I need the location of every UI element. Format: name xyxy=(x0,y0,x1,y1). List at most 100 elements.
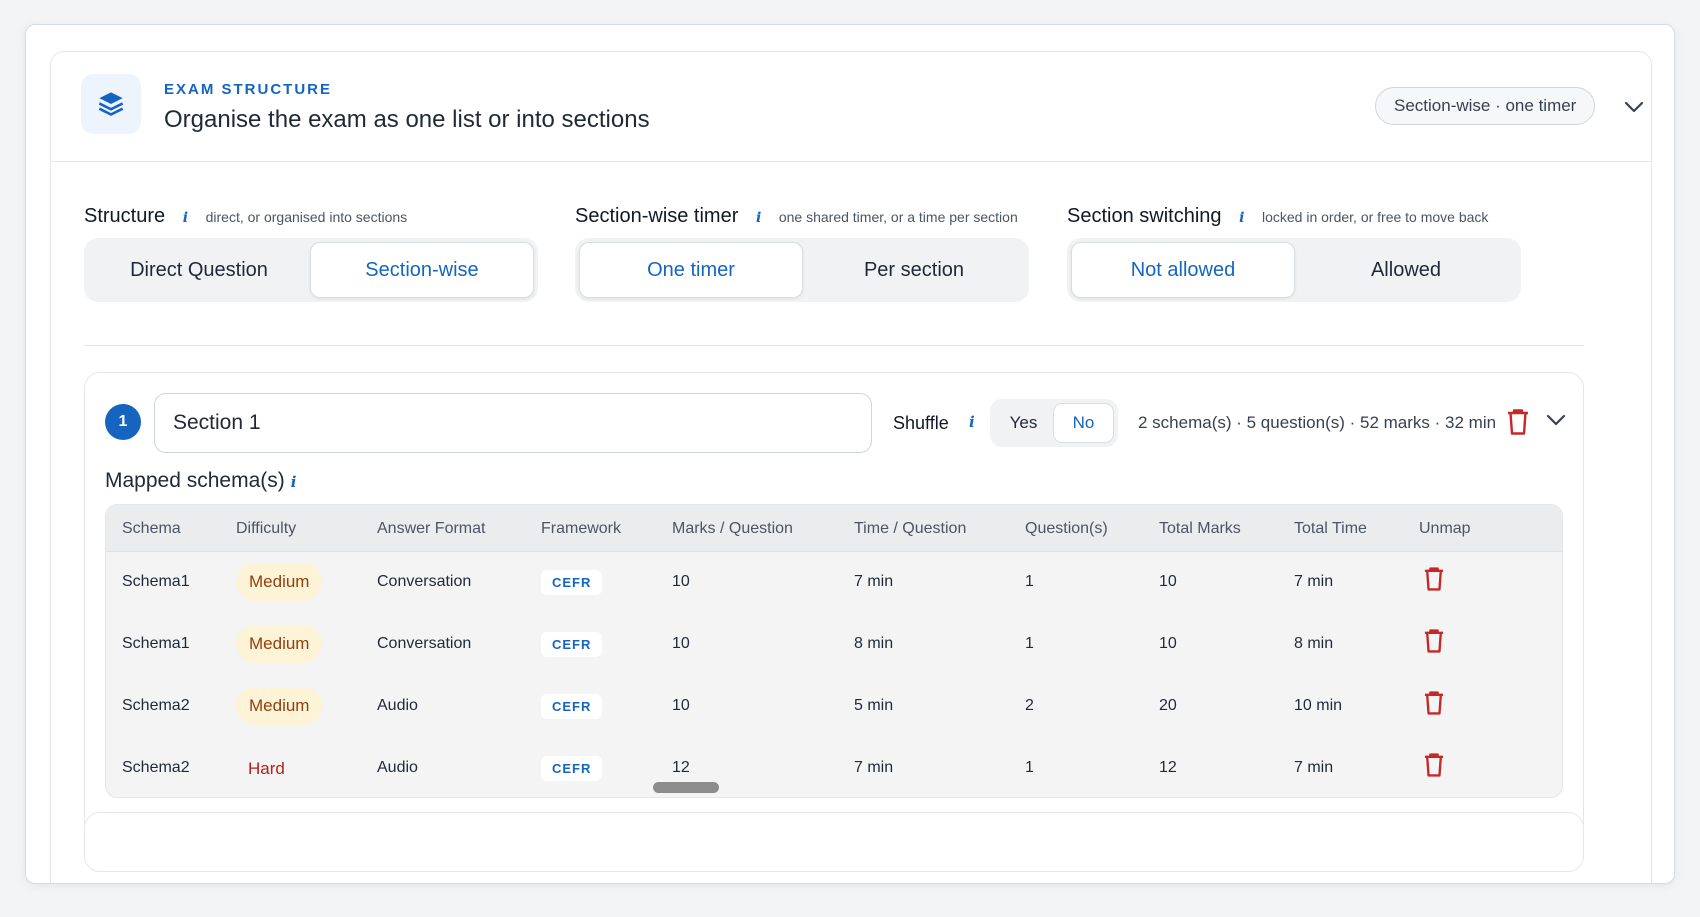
cell-questions: 1 xyxy=(1025,573,1034,590)
horizontal-scrollbar-thumb[interactable] xyxy=(653,782,719,793)
shuffle-label: Shuffle xyxy=(893,413,949,433)
cell-total-time: 8 min xyxy=(1294,635,1334,652)
col-marks-per-question: Marks / Question xyxy=(672,520,793,537)
framework-badge: CEFR xyxy=(541,756,603,781)
timer-hint: one shared timer, or a time per section xyxy=(778,209,1018,225)
table-header: Schema Difficulty Answer Format Framewor… xyxy=(106,505,1562,552)
delete-section-icon[interactable] xyxy=(1507,409,1529,440)
unmap-trash-icon[interactable] xyxy=(1424,567,1444,596)
difficulty-badge: Medium xyxy=(236,563,323,601)
table-row: Schema1 Medium Conversation CEFR 10 7 mi… xyxy=(106,552,1562,614)
cell-time: 5 min xyxy=(854,697,894,714)
shuffle-option-no[interactable]: No xyxy=(1053,403,1114,443)
switching-setting: Section switching i locked in order, or … xyxy=(1067,202,1521,312)
framework-badge: CEFR xyxy=(541,632,603,657)
col-framework: Framework xyxy=(541,520,622,537)
structure-option-direct[interactable]: Direct Question xyxy=(88,242,310,298)
collapse-chevron-icon[interactable] xyxy=(1619,92,1649,122)
section-name-input[interactable] xyxy=(154,393,872,453)
section-number-badge: 1 xyxy=(105,404,141,440)
difficulty-badge: Hard xyxy=(248,759,285,778)
col-unmap: Unmap xyxy=(1419,520,1471,537)
shuffle-option-yes[interactable]: Yes xyxy=(994,403,1053,443)
cell-total-marks: 10 xyxy=(1159,635,1177,652)
switching-option-not-allowed[interactable]: Not allowed xyxy=(1071,242,1295,298)
exam-structure-card: EXAM STRUCTURE Organise the exam as one … xyxy=(50,51,1652,883)
next-section-card xyxy=(84,812,1584,872)
unmap-trash-icon[interactable] xyxy=(1424,753,1444,782)
switching-toggle: Not allowed Allowed xyxy=(1067,238,1521,302)
structure-label: Structure xyxy=(84,205,166,227)
structure-summary-pill: Section-wise · one timer xyxy=(1375,87,1596,125)
cell-marks: 10 xyxy=(672,697,690,714)
cell-marks: 12 xyxy=(672,759,690,776)
switching-option-allowed[interactable]: Allowed xyxy=(1295,242,1517,298)
switching-info-icon[interactable]: i xyxy=(1239,210,1244,226)
cell-total-marks: 12 xyxy=(1159,759,1177,776)
layers-icon xyxy=(81,74,141,134)
cell-questions: 1 xyxy=(1025,635,1034,652)
cell-time: 7 min xyxy=(854,759,894,776)
cell-answer-format: Audio xyxy=(377,759,418,776)
cell-time: 8 min xyxy=(854,635,894,652)
cell-marks: 10 xyxy=(672,573,690,590)
col-answer-format: Answer Format xyxy=(377,520,486,537)
framework-badge: CEFR xyxy=(541,570,603,595)
cell-total-marks: 20 xyxy=(1159,697,1177,714)
structure-setting: Structure i direct, or organised into se… xyxy=(84,202,538,312)
cell-answer-format: Conversation xyxy=(377,635,472,652)
cell-time: 7 min xyxy=(854,573,894,590)
structure-option-section-wise[interactable]: Section-wise xyxy=(310,242,534,298)
mapped-info-icon[interactable]: i xyxy=(291,473,297,491)
section-summary: 2 schema(s) · 5 question(s) · 52 marks ·… xyxy=(1138,413,1497,432)
unmap-trash-icon[interactable] xyxy=(1424,691,1444,720)
cell-questions: 1 xyxy=(1025,759,1034,776)
difficulty-badge: Medium xyxy=(236,625,323,663)
card-title: Organise the exam as one list or into se… xyxy=(164,106,650,133)
card-header[interactable]: EXAM STRUCTURE Organise the exam as one … xyxy=(51,52,1651,162)
section-card: 1 Shuffle i Yes No 2 schema(s) · 5 quest… xyxy=(84,372,1584,837)
timer-toggle: One timer Per section xyxy=(575,238,1029,302)
difficulty-badge: Medium xyxy=(236,687,323,725)
table-row: Schema2 Hard Audio CEFR 12 7 min 1 12 7 … xyxy=(106,738,1562,797)
cell-schema: Schema1 xyxy=(122,635,190,652)
timer-option-per-section[interactable]: Per section xyxy=(803,242,1025,298)
divider xyxy=(84,345,1584,346)
timer-setting: Section-wise timer i one shared timer, o… xyxy=(575,202,1029,312)
cell-answer-format: Audio xyxy=(377,697,418,714)
unmap-trash-icon[interactable] xyxy=(1424,629,1444,658)
timer-info-icon[interactable]: i xyxy=(756,210,761,226)
shuffle-info-icon[interactable]: i xyxy=(969,413,975,431)
col-difficulty: Difficulty xyxy=(236,520,297,537)
col-schema: Schema xyxy=(122,520,181,537)
switching-hint: locked in order, or free to move back xyxy=(1261,209,1489,225)
mapped-schemas-title: Mapped schema(s) xyxy=(105,469,285,492)
col-total-time: Total Time xyxy=(1294,520,1367,537)
framework-badge: CEFR xyxy=(541,694,603,719)
table-row: Schema1 Medium Conversation CEFR 10 8 mi… xyxy=(106,614,1562,676)
col-total-marks: Total Marks xyxy=(1159,520,1241,537)
structure-hint: direct, or organised into sections xyxy=(205,209,408,225)
structure-info-icon[interactable]: i xyxy=(183,210,188,226)
cell-questions: 2 xyxy=(1025,697,1034,714)
cell-answer-format: Conversation xyxy=(377,573,472,590)
timer-label: Section-wise timer xyxy=(575,205,739,227)
cell-total-time: 7 min xyxy=(1294,759,1334,776)
section-eyebrow: EXAM STRUCTURE xyxy=(164,81,333,98)
section-chevron-icon[interactable] xyxy=(1544,408,1568,437)
cell-schema: Schema2 xyxy=(122,697,190,714)
cell-marks: 10 xyxy=(672,635,690,652)
cell-total-time: 10 min xyxy=(1294,697,1343,714)
cell-schema: Schema2 xyxy=(122,759,190,776)
cell-total-time: 7 min xyxy=(1294,573,1334,590)
shuffle-toggle: Yes No xyxy=(990,399,1118,447)
cell-schema: Schema1 xyxy=(122,573,190,590)
table-row: Schema2 Medium Audio CEFR 10 5 min 2 20 … xyxy=(106,676,1562,738)
structure-toggle: Direct Question Section-wise xyxy=(84,238,538,302)
timer-option-one-timer[interactable]: One timer xyxy=(579,242,803,298)
cell-total-marks: 10 xyxy=(1159,573,1177,590)
page-frame: EXAM STRUCTURE Organise the exam as one … xyxy=(25,24,1675,884)
schemas-table: Schema Difficulty Answer Format Framewor… xyxy=(105,504,1563,798)
switching-label: Section switching xyxy=(1067,205,1222,227)
col-time-per-question: Time / Question xyxy=(854,520,967,537)
